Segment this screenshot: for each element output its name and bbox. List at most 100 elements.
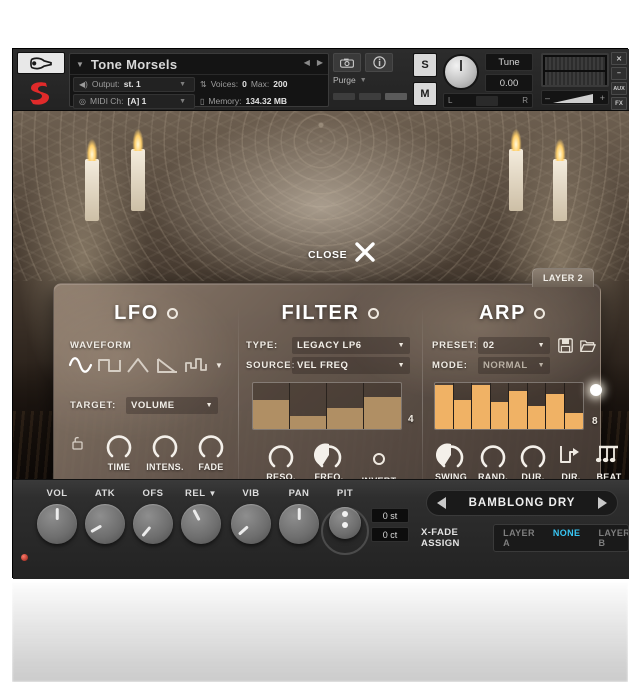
direction-arrow-icon[interactable] xyxy=(558,444,584,466)
filter-step-sequencer[interactable] xyxy=(252,382,402,430)
close-overlay-button[interactable]: CLOSE xyxy=(308,241,376,268)
output-selector[interactable]: ◀) Output: st. 1 ▼ xyxy=(73,77,195,92)
xfade-option-layer-b[interactable]: LAYER B xyxy=(589,525,629,551)
filter-source-dropdown[interactable]: VEL FREQ ▼ xyxy=(292,357,410,374)
sequencer-step[interactable] xyxy=(528,383,547,429)
sequencer-step[interactable] xyxy=(472,383,491,429)
mute-button[interactable]: M xyxy=(413,82,437,106)
tune-knob[interactable] xyxy=(443,54,479,90)
arp-preset-dropdown[interactable]: 02 ▼ xyxy=(478,337,550,354)
power-ring-icon[interactable] xyxy=(368,308,379,319)
padlock-open-icon[interactable] xyxy=(72,436,83,450)
pan-knob[interactable]: PAN xyxy=(273,488,325,544)
saw-wave-icon[interactable] xyxy=(155,354,180,376)
knob-arc[interactable] xyxy=(196,430,226,460)
fx-button[interactable]: FX xyxy=(611,97,627,110)
folder-open-icon[interactable] xyxy=(580,339,596,353)
sequencer-step[interactable] xyxy=(327,383,364,429)
knob-arc[interactable] xyxy=(478,440,508,470)
chevron-down-icon[interactable]: ▼ xyxy=(538,342,545,349)
chevron-down-icon[interactable]: ▼ xyxy=(215,361,223,370)
info-icon[interactable] xyxy=(365,53,393,72)
arp-step-sequencer[interactable] xyxy=(434,382,584,430)
sine-wave-icon[interactable] xyxy=(68,354,93,376)
sequencer-step[interactable] xyxy=(290,383,327,429)
lfo-fade-knob[interactable]: FADE xyxy=(188,430,234,472)
solo-button[interactable]: S xyxy=(413,53,437,77)
sequencer-step[interactable] xyxy=(435,383,454,429)
filter-freq-knob[interactable]: FREQ. xyxy=(306,440,352,482)
knob-arc[interactable] xyxy=(266,440,296,470)
midi-channel-selector[interactable]: ◎ MIDI Ch: [A] 1 ▼ xyxy=(73,94,195,109)
chevron-down-icon[interactable]: ▼ xyxy=(360,77,367,84)
pan-strip[interactable]: L R xyxy=(443,93,533,108)
next-preset-icon[interactable]: ▶ xyxy=(317,58,323,67)
knob-arc[interactable] xyxy=(436,440,466,470)
knob-arc[interactable] xyxy=(314,440,344,470)
invert-led[interactable] xyxy=(373,453,385,465)
sequencer-step[interactable] xyxy=(364,383,401,429)
sequencer-step[interactable] xyxy=(491,383,510,429)
vol-knob[interactable]: VOL xyxy=(31,488,83,544)
camera-icon[interactable] xyxy=(333,53,361,72)
wrench-icon[interactable] xyxy=(17,52,65,74)
floppy-save-icon[interactable] xyxy=(558,338,573,353)
lfo-time-knob[interactable]: TIME xyxy=(96,430,142,472)
power-ring-icon[interactable] xyxy=(167,308,178,319)
close-icon[interactable]: ✕ xyxy=(611,52,627,65)
chevron-down-icon[interactable]: ▼ xyxy=(179,81,189,88)
knob-dial[interactable] xyxy=(37,504,77,544)
knob-dial[interactable] xyxy=(133,504,173,544)
knob-arc[interactable] xyxy=(518,440,548,470)
pan-handle[interactable] xyxy=(476,96,498,106)
volume-slider[interactable]: – + xyxy=(541,90,609,105)
pitch-dial-wrap[interactable] xyxy=(321,507,369,555)
filter-type-dropdown[interactable]: LEGACY LP6 ▼ xyxy=(292,337,410,354)
lfo-target-dropdown[interactable]: VOLUME ▼ xyxy=(126,397,218,414)
filter-reso-knob[interactable]: RESO. xyxy=(258,440,304,482)
minimize-icon[interactable]: – xyxy=(611,67,627,80)
chevron-down-icon[interactable]: ▼ xyxy=(179,98,189,105)
knob-dial[interactable] xyxy=(181,504,221,544)
next-arrow-icon[interactable] xyxy=(598,497,607,509)
prev-arrow-icon[interactable] xyxy=(437,497,446,509)
sequencer-step[interactable] xyxy=(509,383,528,429)
atk-knob[interactable]: ATK xyxy=(79,488,131,544)
knob-dial[interactable] xyxy=(231,504,271,544)
purge-selector[interactable]: Purge ▼ xyxy=(333,75,367,85)
rel-knob[interactable]: REL ▼ xyxy=(175,488,227,544)
chevron-down-icon[interactable]: ▼ xyxy=(206,402,213,409)
prev-preset-icon[interactable]: ◀ xyxy=(304,58,310,67)
sequencer-step[interactable] xyxy=(253,383,290,429)
pitch-semitone-field[interactable]: 0 st xyxy=(371,508,409,523)
arp-mode-dropdown[interactable]: NORMAL ▼ xyxy=(478,357,550,374)
vib-knob[interactable]: VIB xyxy=(225,488,277,544)
close-x-icon[interactable] xyxy=(354,241,376,268)
knob-arc[interactable] xyxy=(150,430,180,460)
square-wave-icon[interactable] xyxy=(97,354,122,376)
beamed-notes-icon[interactable] xyxy=(596,444,622,466)
chevron-down-icon[interactable]: ▼ xyxy=(209,489,217,498)
preset-nav-arrows[interactable]: ◀ ▶ xyxy=(304,58,323,67)
pitch-cent-field[interactable]: 0 ct xyxy=(371,527,409,542)
waveform-selector[interactable]: ▼ xyxy=(68,354,223,376)
tune-value[interactable]: 0.00 xyxy=(485,74,533,92)
chevron-down-icon[interactable]: ▼ xyxy=(538,362,545,369)
lfo-intensity-knob[interactable]: INTENS. xyxy=(142,430,188,472)
sequencer-step[interactable] xyxy=(565,383,584,429)
knob-arc[interactable] xyxy=(104,430,134,460)
chevron-down-icon[interactable]: ▼ xyxy=(398,362,405,369)
power-ring-icon[interactable] xyxy=(534,308,545,319)
aux-button[interactable]: AUX xyxy=(611,82,627,95)
xfade-option-none[interactable]: NONE xyxy=(544,525,590,551)
instrument-name-row[interactable]: ▼ Tone Morsels ◀ ▶ xyxy=(70,54,328,75)
pit-knob[interactable]: PIT xyxy=(319,488,371,555)
xfade-option-layer-a[interactable]: LAYER A xyxy=(494,525,544,551)
knob-dial[interactable] xyxy=(85,504,125,544)
xfade-assign-segmented[interactable]: LAYER A NONE LAYER B xyxy=(493,524,629,552)
triangle-wave-icon[interactable] xyxy=(126,354,151,376)
sequencer-step[interactable] xyxy=(546,383,565,429)
chevron-down-icon[interactable]: ▼ xyxy=(76,60,84,69)
random-wave-icon[interactable] xyxy=(184,354,209,376)
arp-swing-knob[interactable]: SWING xyxy=(428,440,474,482)
